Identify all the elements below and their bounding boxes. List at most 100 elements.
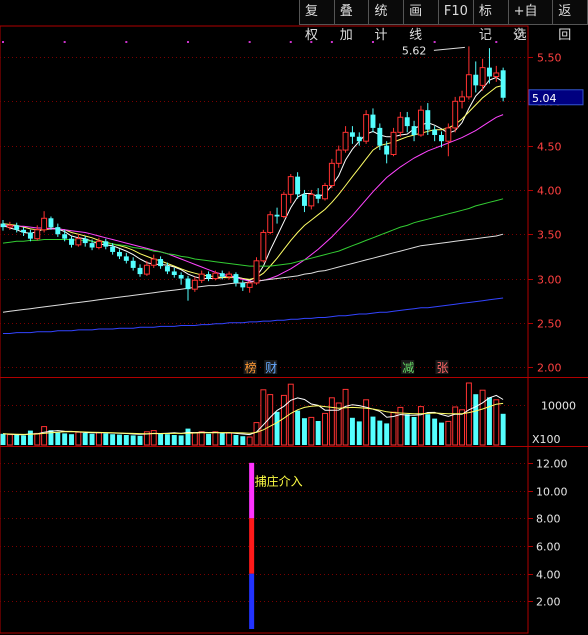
volume-bar (41, 426, 48, 446)
moving-average-line (2, 198, 504, 267)
candle-body (143, 264, 150, 275)
candle-body (370, 114, 376, 128)
moving-average-line (3, 114, 504, 282)
volume-bar (384, 423, 390, 445)
candle-body (103, 241, 109, 247)
candle-body (48, 218, 54, 228)
candle-body (240, 282, 246, 288)
signal-dot (330, 41, 333, 43)
signal-dot (495, 41, 498, 43)
candle-body (82, 238, 88, 244)
volume-bar (158, 433, 164, 445)
price-tick-label: 4.50 (537, 141, 562, 154)
candle-body (452, 100, 459, 129)
signal-dot (63, 41, 66, 43)
candle-body (226, 273, 233, 278)
volume-bar (6, 434, 13, 446)
signal-dot (186, 41, 189, 43)
volume-bar (500, 413, 506, 445)
volume-bar (473, 394, 479, 445)
candle-body (55, 227, 61, 235)
volume-bar (479, 389, 486, 446)
collapse-diamond-icon (513, 27, 525, 39)
volume-bar (280, 394, 287, 446)
candle-body (280, 193, 287, 218)
volume-bar (432, 418, 438, 445)
volume-bar (349, 417, 355, 445)
price-tick-label: 4.00 (537, 185, 562, 198)
candle-body (377, 127, 383, 146)
volume-bar (95, 432, 102, 446)
moving-average-line (3, 297, 504, 334)
candle-body (315, 194, 321, 199)
volume-bar (486, 397, 492, 445)
signal-dot (433, 41, 436, 43)
signal-dot (2, 41, 4, 43)
event-label: 榜 (245, 360, 257, 375)
volume-bar (69, 434, 74, 445)
volume-bar (212, 431, 219, 446)
high-price-label: 5.62 (402, 44, 427, 57)
event-label: 减 (402, 361, 414, 375)
candle-body (417, 109, 424, 136)
candle-body (21, 229, 27, 233)
candle-body (342, 131, 349, 151)
candle-body (123, 256, 129, 261)
volume-bar (55, 432, 61, 445)
candle-body (0, 223, 6, 228)
volume-bar (459, 409, 466, 446)
volume-bar (493, 399, 500, 446)
volume-bar (117, 434, 122, 445)
candle-body (117, 251, 122, 257)
candle-body (260, 231, 267, 262)
volume-bar (137, 435, 143, 445)
candle-body (110, 246, 116, 252)
candle-body (493, 72, 500, 78)
candle-body (191, 279, 198, 290)
signal-dot (289, 41, 292, 43)
candle-body (445, 127, 452, 142)
candle-body (212, 272, 219, 280)
candle-body (322, 184, 328, 200)
candle-body (253, 260, 260, 284)
volume-bar (103, 433, 109, 445)
candle-body (130, 260, 136, 268)
indicator-segment (249, 573, 255, 629)
price-tick-label: 3.00 (537, 274, 562, 287)
candle-body (308, 193, 315, 207)
volume-bar (246, 436, 253, 446)
candle-body (411, 126, 417, 135)
indicator-annotation: 捕庄介入 (255, 474, 303, 489)
volume-bar (62, 433, 68, 445)
volume-bar (315, 421, 321, 445)
volume-bar (219, 433, 225, 445)
candle-body (6, 224, 13, 228)
volume-bar (191, 432, 198, 446)
candle-body (178, 274, 184, 279)
volume-bar (233, 435, 239, 445)
volume-bar (370, 416, 376, 445)
candle-body (137, 267, 143, 275)
indicator-tick-label: 6.00 (536, 541, 561, 554)
indicator-tick-label: 10.00 (536, 486, 568, 499)
candle-body (335, 149, 342, 164)
candle-body (425, 110, 431, 130)
volume-bar (198, 431, 205, 446)
indicator-tick-label: 12.00 (536, 458, 568, 471)
candle-body (363, 114, 370, 142)
signal-dot (248, 41, 251, 43)
volume-bar (274, 411, 280, 445)
candle-body (185, 278, 191, 290)
candle-body (390, 131, 397, 155)
price-tick-label: 2.00 (537, 362, 562, 375)
volume-bar (445, 420, 452, 446)
price-tick-label: 2.50 (537, 318, 562, 331)
volume-bar (0, 433, 6, 445)
candle-body (404, 117, 410, 127)
candle-body (219, 273, 225, 277)
volume-bar (89, 433, 95, 445)
candle-body (274, 214, 280, 217)
volume-bar (253, 422, 260, 446)
price-tick-label: 5.50 (537, 52, 562, 65)
candle-body (41, 217, 48, 231)
